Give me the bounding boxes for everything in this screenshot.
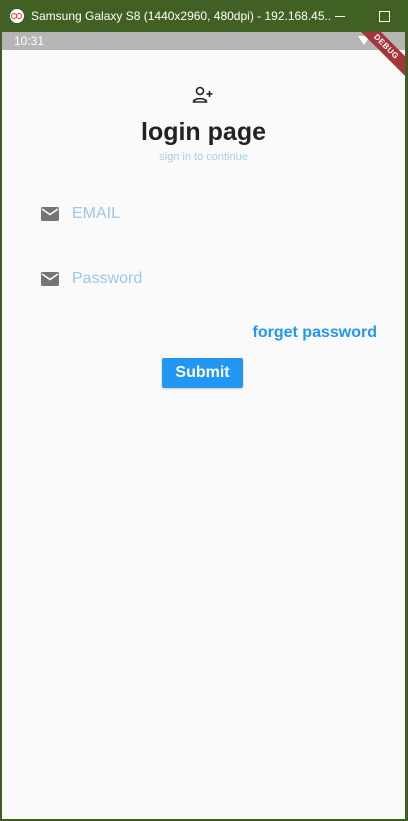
forget-password-link[interactable]: forget password (253, 324, 377, 342)
mail-icon (41, 207, 59, 221)
password-input[interactable] (72, 270, 352, 288)
minimize-icon (335, 15, 345, 17)
password-field (40, 264, 380, 294)
page-title: login page (141, 118, 266, 146)
submit-button[interactable]: Submit (162, 358, 243, 388)
window-titlebar[interactable]: Samsung Galaxy S8 (1440x2960, 480dpi) - … (0, 0, 408, 32)
minimize-button[interactable] (322, 0, 358, 32)
email-input[interactable] (72, 205, 352, 223)
person-add-icon (192, 86, 213, 103)
status-time: 10:31 (14, 34, 45, 48)
email-field (40, 199, 380, 229)
emulator-window: Samsung Galaxy S8 (1440x2960, 480dpi) - … (0, 0, 408, 821)
status-bar: 10:31 (2, 32, 405, 50)
page-subtitle: sign in to continue (159, 151, 248, 163)
maximize-icon (378, 10, 390, 22)
app-icon (10, 9, 24, 23)
device-screen: 10:31 DEBUG login page sign in to contin… (2, 32, 405, 819)
window-title: Samsung Galaxy S8 (1440x2960, 480dpi) - … (31, 9, 331, 23)
mail-icon (41, 272, 59, 286)
maximize-button[interactable] (366, 0, 402, 32)
